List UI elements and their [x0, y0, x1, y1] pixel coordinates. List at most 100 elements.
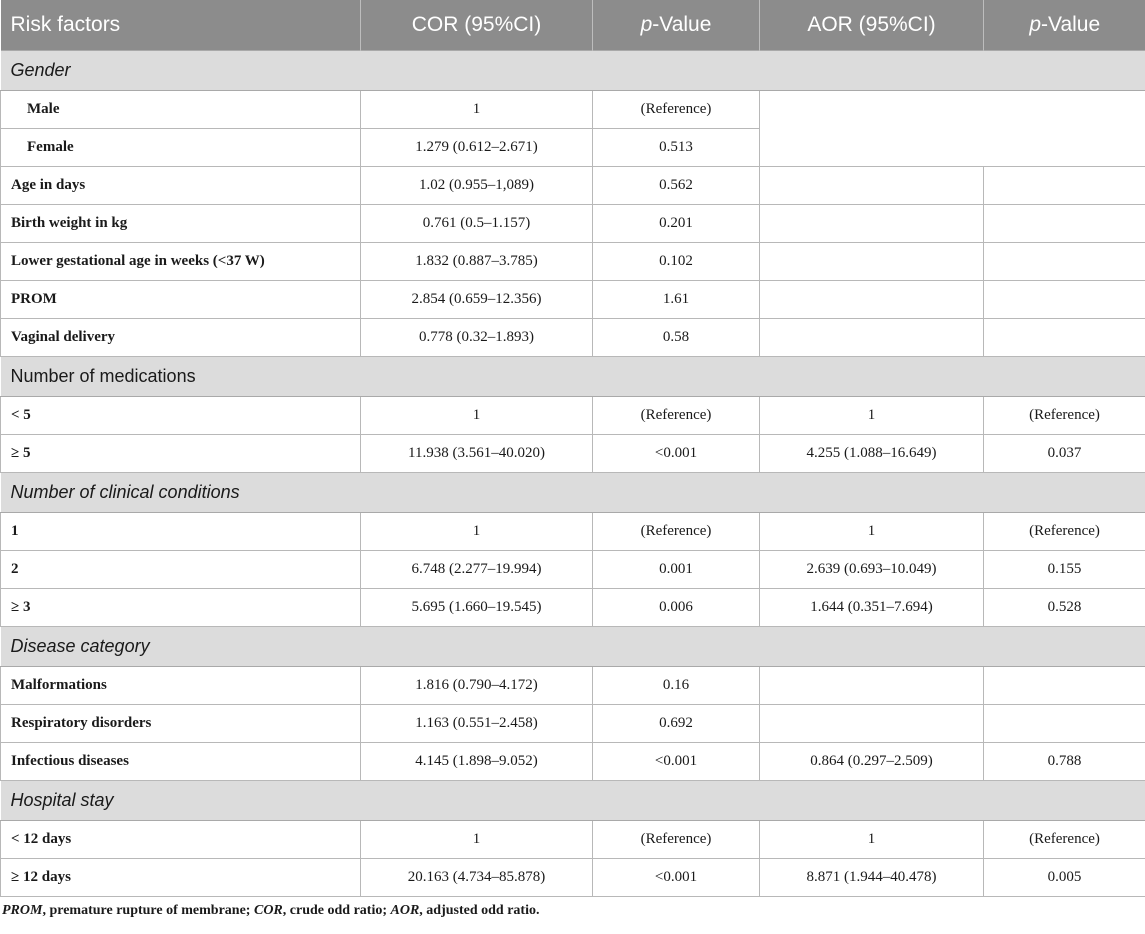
header-risk-factors: Risk factors — [0, 0, 361, 51]
p-value-cell: 0.001 — [592, 550, 760, 589]
p-value-cell: (Reference) — [592, 820, 760, 859]
cor-cell: 0.761 (0.5–1.157) — [360, 204, 593, 243]
p-value-cell: (Reference) — [592, 396, 760, 435]
cor-cell: 1 — [360, 512, 593, 551]
footnote-abbr-aor: AOR — [390, 903, 420, 918]
cor-cell: 1.816 (0.790–4.172) — [360, 666, 593, 705]
cor-cell: 2.854 (0.659–12.356) — [360, 280, 593, 319]
table-row: 1 1 (Reference) 1 (Reference) — [0, 512, 1145, 551]
adjusted-p-value-cell — [983, 242, 1145, 281]
risk-factors-table: Risk factors COR (95%CI) p-Value AOR (95… — [0, 0, 1145, 897]
row-label: Respiratory disorders — [0, 704, 361, 743]
p-value-cell: 0.513 — [592, 128, 760, 167]
aor-cell: 1 — [759, 396, 984, 435]
header-aor: AOR (95%CI) — [759, 0, 984, 51]
adjusted-p-value-cell: 0.155 — [983, 550, 1145, 589]
table-row: ≥ 5 11.938 (3.561–40.020) <0.001 4.255 (… — [0, 434, 1145, 473]
section-row-disease-category: Disease category — [0, 626, 1145, 667]
table-row: PROM 2.854 (0.659–12.356) 1.61 — [0, 280, 1145, 319]
section-row-clinical-conditions: Number of clinical conditions — [0, 472, 1145, 513]
section-title: Disease category — [0, 626, 1145, 667]
aor-cell — [759, 704, 984, 743]
cor-cell: 5.695 (1.660–19.545) — [360, 588, 593, 627]
p-value-cell: <0.001 — [592, 858, 760, 897]
header-p-value: p-Value — [592, 0, 760, 51]
table-header-row: Risk factors COR (95%CI) p-Value AOR (95… — [0, 0, 1145, 51]
cor-cell: 11.938 (3.561–40.020) — [360, 434, 593, 473]
aor-cell — [759, 204, 984, 243]
aor-cell: 1 — [759, 820, 984, 859]
footnote-def-prom: , premature rupture of membrane; — [42, 903, 254, 918]
adjusted-p-value-cell: 0.005 — [983, 858, 1145, 897]
adjusted-p-value-cell: (Reference) — [983, 512, 1145, 551]
p-value-cell: 0.201 — [592, 204, 760, 243]
adjusted-p-value-cell — [983, 704, 1145, 743]
row-label: < 5 — [0, 396, 361, 435]
row-label: ≥ 5 — [0, 434, 361, 473]
section-row-medications: Number of medications — [0, 356, 1145, 397]
table-row: Respiratory disorders 1.163 (0.551–2.458… — [0, 704, 1145, 743]
adjusted-p-value-cell: (Reference) — [983, 820, 1145, 859]
aor-cell: 8.871 (1.944–40.478) — [759, 858, 984, 897]
cor-cell: 1.279 (0.612–2.671) — [360, 128, 593, 167]
table-row: < 12 days 1 (Reference) 1 (Reference) — [0, 820, 1145, 859]
row-label: 2 — [0, 550, 361, 589]
footnote-abbr-prom: PROM — [2, 903, 43, 918]
empty-merged-cell — [759, 90, 1145, 167]
section-row-hospital-stay: Hospital stay — [0, 780, 1145, 821]
table-row: Male 1 (Reference) — [0, 90, 1145, 167]
aor-cell — [759, 318, 984, 357]
table-row: ≥ 12 days 20.163 (4.734–85.878) <0.001 8… — [0, 858, 1145, 897]
p-value-cell: (Reference) — [592, 90, 760, 129]
cor-cell: 4.145 (1.898–9.052) — [360, 742, 593, 781]
cor-cell: 20.163 (4.734–85.878) — [360, 858, 593, 897]
section-title: Number of clinical conditions — [0, 472, 1145, 513]
aor-cell: 1 — [759, 512, 984, 551]
table-footnote: PROM, premature rupture of membrane; COR… — [0, 897, 1145, 919]
aor-cell: 2.639 (0.693–10.049) — [759, 550, 984, 589]
footnote-abbr-cor: COR — [253, 903, 283, 918]
footnote-def-aor: , adjusted odd ratio. — [419, 903, 540, 918]
adjusted-p-value-cell — [983, 666, 1145, 705]
row-label: Male — [0, 90, 361, 129]
aor-cell — [759, 242, 984, 281]
p-value-cell: 0.102 — [592, 242, 760, 281]
adjusted-p-value-cell: (Reference) — [983, 396, 1145, 435]
row-label: 1 — [0, 512, 361, 551]
p-value-cell: 0.692 — [592, 704, 760, 743]
row-label: Lower gestational age in weeks (<37 W) — [0, 242, 361, 281]
p-value-cell: 0.58 — [592, 318, 760, 357]
aor-cell: 1.644 (0.351–7.694) — [759, 588, 984, 627]
table-row: Lower gestational age in weeks (<37 W) 1… — [0, 242, 1145, 281]
aor-cell: 0.864 (0.297–2.509) — [759, 742, 984, 781]
p-value-cell: <0.001 — [592, 434, 760, 473]
aor-cell — [759, 166, 984, 205]
p-value-cell: 0.006 — [592, 588, 760, 627]
aor-cell — [759, 280, 984, 319]
table-row: Malformations 1.816 (0.790–4.172) 0.16 — [0, 666, 1145, 705]
p-value-cell: <0.001 — [592, 742, 760, 781]
row-label: Malformations — [0, 666, 361, 705]
row-label: ≥ 12 days — [0, 858, 361, 897]
table-row: Age in days 1.02 (0.955–1,089) 0.562 — [0, 166, 1145, 205]
table-row: ≥ 3 5.695 (1.660–19.545) 0.006 1.644 (0.… — [0, 588, 1145, 627]
cor-cell: 0.778 (0.32–1.893) — [360, 318, 593, 357]
cor-cell: 1 — [360, 820, 593, 859]
table-row: 2 6.748 (2.277–19.994) 0.001 2.639 (0.69… — [0, 550, 1145, 589]
cor-cell: 1 — [360, 90, 593, 129]
section-title: Hospital stay — [0, 780, 1145, 821]
row-label: Vaginal delivery — [0, 318, 361, 357]
p-value-cell: 1.61 — [592, 280, 760, 319]
adjusted-p-value-cell — [983, 166, 1145, 205]
p-value-cell: (Reference) — [592, 512, 760, 551]
row-label: Infectious diseases — [0, 742, 361, 781]
cor-cell: 1 — [360, 396, 593, 435]
p-value-cell: 0.562 — [592, 166, 760, 205]
cor-cell: 6.748 (2.277–19.994) — [360, 550, 593, 589]
row-label: ≥ 3 — [0, 588, 361, 627]
table-row: Vaginal delivery 0.778 (0.32–1.893) 0.58 — [0, 318, 1145, 357]
section-title: Number of medications — [0, 356, 1145, 397]
section-row-gender: Gender — [0, 50, 1145, 91]
header-cor: COR (95%CI) — [360, 0, 593, 51]
adjusted-p-value-cell: 0.788 — [983, 742, 1145, 781]
